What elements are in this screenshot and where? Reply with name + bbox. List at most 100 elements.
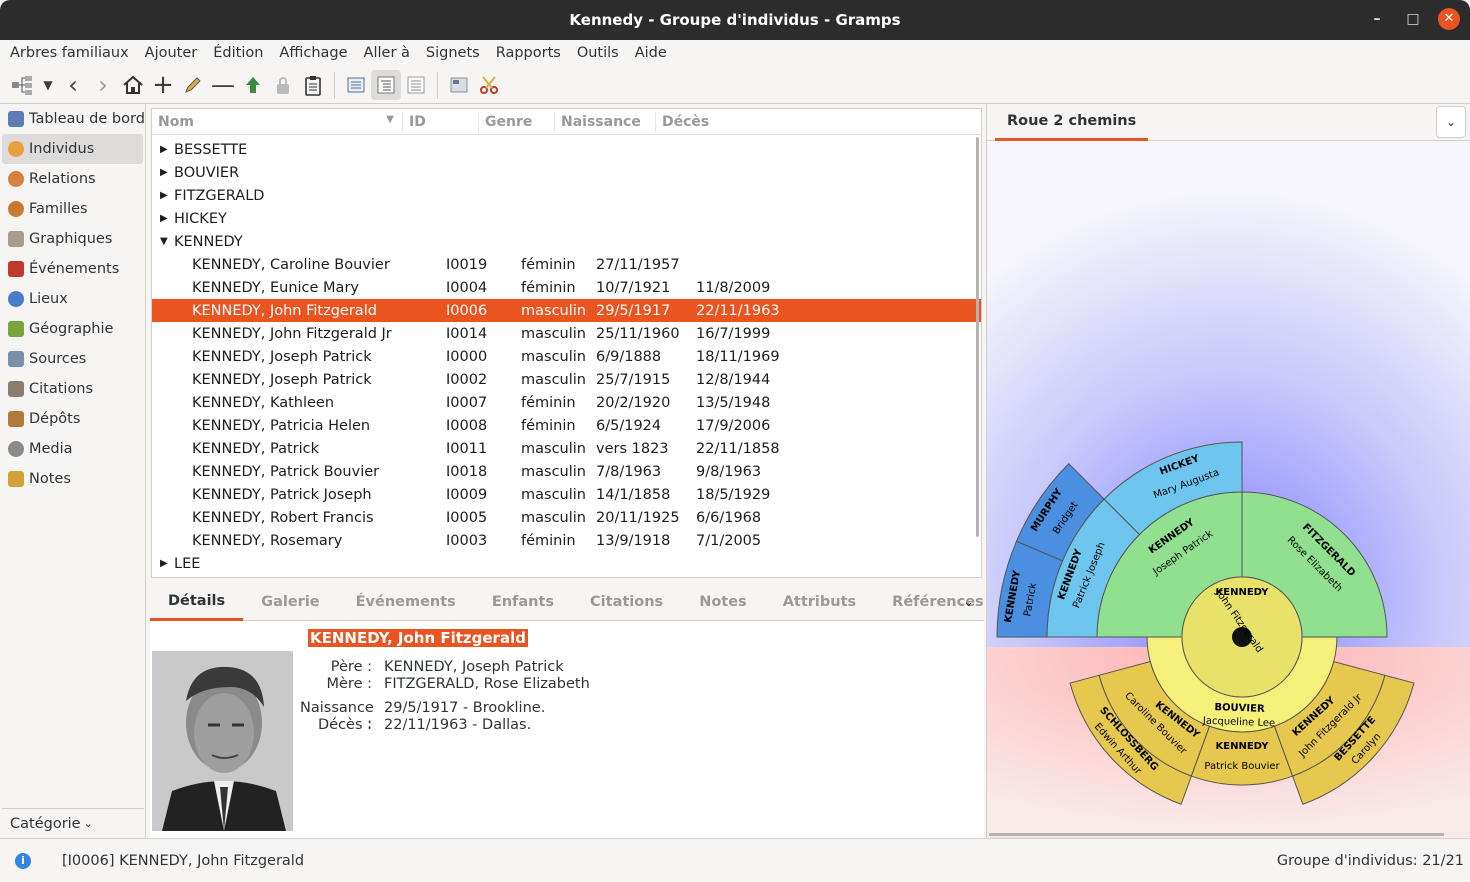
view-tree-icon[interactable] [341,70,371,100]
mother-value[interactable]: FITZGERALD, Rose Elizabeth [384,676,590,693]
table-row[interactable]: KENNEDY, Patrick Bouvier I0018 masculin 7/8… [152,460,981,483]
sidebar-item-notes[interactable]: Notes [0,464,145,494]
group-row[interactable]: ▶ FITZGERALD [152,184,981,207]
tab-attributes[interactable]: Attributs [765,584,874,621]
sidebar-item-people[interactable]: Individus [2,134,143,164]
mother-label: Mère : [326,676,373,692]
column-header-gender[interactable]: Genre [479,114,554,130]
group-row-open[interactable]: ▼ KENNEDY [152,230,981,253]
menu-ajouter[interactable]: Ajouter [139,45,204,61]
tab-gallery[interactable]: Galerie [243,584,337,621]
chevron-down-icon[interactable]: ▼ [38,70,58,100]
group-row[interactable]: ▶ BOUVIER [152,161,981,184]
table-row[interactable]: KENNEDY, Joseph Patrick I0000 masculin 6/9/… [152,345,981,368]
close-button[interactable]: ✕ [1438,8,1460,30]
sidebar-item-sources[interactable]: Sources [0,344,145,374]
menu-outils[interactable]: Outils [571,45,625,61]
table-row[interactable]: KENNEDY, Patrick Joseph I0009 masculin 14/1… [152,483,981,506]
table-row[interactable]: KENNEDY, Kathleen I0007 féminin 20/2/1920 13… [152,391,981,414]
edit-icon[interactable] [178,70,208,100]
sidebar-item-label: Familles [29,201,88,217]
table-row[interactable]: KENNEDY, Patricia Helen I0008 féminin 6/5/1… [152,414,981,437]
column-header-id[interactable]: ID [403,114,478,130]
expand-icon[interactable]: ▶ [160,190,174,201]
collapse-icon[interactable]: ▼ [160,236,174,247]
sidebar-item-geography[interactable]: Géographie [0,314,145,344]
forward-icon[interactable]: › [88,70,118,100]
set-home-icon[interactable] [238,70,268,100]
tab-events[interactable]: Événements [338,584,474,621]
table-row[interactable]: KENNEDY, Robert Francis I0005 masculin 20/1… [152,506,981,529]
cell-gender: masculin [521,348,586,365]
table-row[interactable]: KENNEDY, Patrick I0011 masculin vers 1823 22… [152,437,981,460]
title-bar: Kennedy - Groupe d'individus - Gramps – … [0,0,1470,40]
chart-hscrollbar[interactable] [989,833,1444,836]
expand-icon[interactable]: ▶ [160,213,174,224]
family-tree-icon[interactable] [8,70,38,100]
menu-affichage[interactable]: Affichage [273,45,353,61]
table-row[interactable]: KENNEDY, Caroline Bouvier I0019 féminin 27/… [152,253,981,276]
chevron-down-icon[interactable]: ⌄ [963,595,974,610]
lock-icon[interactable] [268,70,298,100]
media-icon [8,441,24,457]
remove-icon[interactable]: — [208,70,238,100]
add-icon[interactable]: + [148,70,178,100]
table-row[interactable]: KENNEDY, John Fitzgerald I0006 masculin 29/… [152,299,981,322]
table-row[interactable]: KENNEDY, Eunice Mary I0004 féminin 10/7/192… [152,276,981,299]
sidebar-item-citations[interactable]: Citations [0,374,145,404]
list-scrollbar[interactable] [976,137,979,537]
expand-icon[interactable]: ▶ [160,558,174,569]
tab-two-way-fan[interactable]: Roue 2 chemins [995,104,1149,141]
cell-death: 22/11/1858 [696,440,780,457]
expand-icon[interactable]: ▶ [160,144,174,155]
tab-children[interactable]: Enfants [474,584,572,621]
back-icon[interactable]: ‹ [58,70,88,100]
group-row[interactable]: ▶ LEE [152,552,981,575]
category-dropdown[interactable]: Catégorie ⌄ [2,808,144,838]
menu-arbres[interactable]: Arbres familiaux [4,45,135,61]
group-row[interactable]: ▶ HICKEY [152,207,981,230]
sidebar-toggle-icon[interactable] [444,70,474,100]
expand-icon[interactable]: ▶ [160,167,174,178]
cell-death: 17/9/2006 [696,417,771,434]
menu-rapports[interactable]: Rapports [490,45,567,61]
column-header-name[interactable]: Nom ▼ [152,114,402,130]
sidebar-item-relations[interactable]: Relations [0,164,145,194]
sidebar-item-events[interactable]: Événements [0,254,145,284]
tab-references[interactable]: Références [874,584,1002,621]
clipboard-icon[interactable] [298,70,328,100]
sidebar-item-places[interactable]: Lieux [0,284,145,314]
table-row[interactable]: KENNEDY, John Fitzgerald Jr I0014 masculin… [152,322,981,345]
column-header-birth[interactable]: Naissance [555,114,655,130]
tab-notes[interactable]: Notes [681,584,765,621]
sidebar-item-families[interactable]: Familles [0,194,145,224]
sidebar-item-label: Graphiques [29,231,113,247]
sidebar-item-media[interactable]: Media [0,434,145,464]
minimize-button[interactable]: – [1366,8,1388,30]
father-value[interactable]: KENNEDY, Joseph Patrick [384,659,564,676]
cell-death: 16/7/1999 [696,325,771,342]
sidebar-item-repositories[interactable]: Dépôts [0,404,145,434]
view-flat-icon[interactable] [401,70,431,100]
table-row[interactable]: KENNEDY, Joseph Patrick I0002 masculin 25/7… [152,368,981,391]
fan-chart[interactable]: KENNEDY Joseph Patrick FITZGERALD Rose Eliz… [987,141,1470,838]
menu-signets[interactable]: Signets [420,45,486,61]
cut-icon[interactable] [474,70,504,100]
menu-aller[interactable]: Aller à [358,45,416,61]
view-grouped-icon[interactable] [371,69,401,100]
maximize-button[interactable]: □ [1402,8,1424,30]
sidebar-item-dashboard[interactable]: Tableau de bord [0,104,145,134]
menu-aide[interactable]: Aide [629,45,673,61]
cell-birth: 13/9/1918 [596,532,671,549]
person-photo [152,651,293,831]
column-header-death[interactable]: Décès [656,114,766,130]
table-row[interactable]: KENNEDY, Rosemary I0003 féminin 13/9/1918 7/… [152,529,981,552]
category-sidebar: Tableau de bord Individus Relations Fami… [0,104,146,838]
menu-edition[interactable]: Édition [207,45,269,61]
tab-details[interactable]: Détails [150,584,244,621]
home-icon[interactable] [118,70,148,100]
group-row[interactable]: ▶ BESSETTE [152,138,981,161]
sidebar-item-charts[interactable]: Graphiques [0,224,145,254]
tab-citations[interactable]: Citations [572,584,681,621]
chevron-down-icon[interactable]: ⌄ [1436,106,1466,138]
